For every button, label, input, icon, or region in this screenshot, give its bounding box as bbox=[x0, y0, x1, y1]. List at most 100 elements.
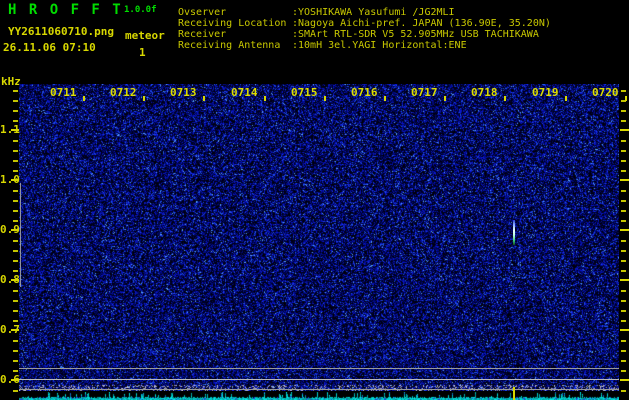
datetime-label: 26.11.06 07:10 bbox=[3, 41, 96, 54]
freq-minor-tick-left bbox=[13, 220, 18, 222]
freq-minor-tick-right bbox=[621, 360, 626, 362]
time-tick-label: 0711 bbox=[50, 86, 77, 99]
freq-minor-tick-right bbox=[621, 310, 626, 312]
event-marker bbox=[513, 387, 515, 400]
time-tick-label: 0713 bbox=[170, 86, 197, 99]
info-value: :10mH 3el.YAGI Horizontal:ENE bbox=[292, 40, 467, 51]
signal-level-strip bbox=[19, 392, 619, 400]
freq-minor-tick-right bbox=[621, 340, 626, 342]
freq-major-tick-right bbox=[620, 379, 629, 381]
freq-minor-tick-right bbox=[621, 90, 626, 92]
mode-label: meteor bbox=[125, 29, 165, 42]
freq-major-tick-left bbox=[11, 229, 19, 231]
freq-minor-tick-right bbox=[621, 260, 626, 262]
freq-minor-tick-left bbox=[13, 110, 18, 112]
freq-major-tick-left bbox=[11, 179, 19, 181]
freq-minor-tick-left bbox=[13, 300, 18, 302]
freq-minor-tick-right bbox=[621, 120, 626, 122]
freq-minor-tick-right bbox=[621, 320, 626, 322]
freq-minor-tick-right bbox=[621, 160, 626, 162]
freq-minor-tick-left bbox=[13, 340, 18, 342]
output-filename: YY2611060710.png bbox=[8, 25, 114, 38]
time-minute-tick bbox=[444, 96, 446, 101]
freq-minor-tick-right bbox=[621, 220, 626, 222]
station-info-row: Receiving Antenna:10mH 3el.YAGI Horizont… bbox=[178, 40, 551, 51]
time-minute-tick bbox=[384, 96, 386, 101]
time-minute-tick bbox=[264, 96, 266, 101]
freq-minor-tick-left bbox=[13, 320, 18, 322]
freq-minor-tick-right bbox=[621, 270, 626, 272]
freq-major-tick-right bbox=[620, 129, 629, 131]
left-edge-line bbox=[20, 183, 21, 287]
freq-minor-tick-left bbox=[13, 90, 18, 92]
time-tick-label: 0712 bbox=[110, 86, 137, 99]
freq-minor-tick-right bbox=[621, 140, 626, 142]
time-minute-tick bbox=[324, 96, 326, 101]
freq-major-tick-left bbox=[11, 329, 19, 331]
time-minute-tick bbox=[143, 96, 145, 101]
freq-unit-label: kHz bbox=[1, 75, 21, 88]
freq-minor-tick-left bbox=[13, 100, 18, 102]
freq-major-tick-left bbox=[11, 279, 19, 281]
freq-minor-tick-left bbox=[13, 270, 18, 272]
info-label: Receiving Antenna bbox=[178, 40, 292, 51]
freq-major-tick-left bbox=[11, 129, 19, 131]
carrier-line bbox=[19, 379, 619, 380]
freq-minor-tick-left bbox=[13, 250, 18, 252]
freq-minor-tick-left bbox=[13, 390, 18, 392]
freq-minor-tick-right bbox=[621, 200, 626, 202]
info-label: Receiving Location bbox=[178, 18, 292, 29]
freq-minor-tick-left bbox=[13, 120, 18, 122]
freq-minor-tick-right bbox=[621, 300, 626, 302]
freq-minor-tick-left bbox=[13, 370, 18, 372]
time-tick-label: 0720 bbox=[592, 86, 619, 99]
freq-minor-tick-left bbox=[13, 170, 18, 172]
freq-minor-tick-left bbox=[13, 360, 18, 362]
freq-major-tick-left bbox=[11, 379, 19, 381]
time-tick-label: 0714 bbox=[231, 86, 258, 99]
freq-minor-tick-right bbox=[621, 370, 626, 372]
carrier-line bbox=[19, 389, 619, 390]
time-tick-label: 0715 bbox=[291, 86, 318, 99]
info-value: :YOSHIKAWA Yasufumi /JG2MLI bbox=[292, 7, 455, 18]
time-minute-tick bbox=[565, 96, 567, 101]
time-minute-tick bbox=[203, 96, 205, 101]
freq-minor-tick-right bbox=[621, 210, 626, 212]
freq-minor-tick-left bbox=[13, 310, 18, 312]
freq-minor-tick-left bbox=[13, 210, 18, 212]
freq-minor-tick-left bbox=[13, 140, 18, 142]
time-tick-label: 0718 bbox=[471, 86, 498, 99]
time-tick-label: 0716 bbox=[351, 86, 378, 99]
station-info-row: Ovserver:YOSHIKAWA Yasufumi /JG2MLI bbox=[178, 7, 551, 18]
freq-minor-tick-right bbox=[621, 190, 626, 192]
station-info-row: Receiving Location:Nagoya Aichi-pref. JA… bbox=[178, 18, 551, 29]
hrofft-output-image: H R O F F T 1.0.0f YY2611060710.png mete… bbox=[0, 0, 629, 400]
freq-minor-tick-right bbox=[621, 170, 626, 172]
freq-minor-tick-left bbox=[13, 260, 18, 262]
freq-minor-tick-left bbox=[13, 190, 18, 192]
station-info-row: Receiver:SMArt RTL-SDR V5 52.905MHz USB … bbox=[178, 29, 551, 40]
station-info: Ovserver:YOSHIKAWA Yasufumi /JG2MLI Recei… bbox=[178, 7, 551, 51]
freq-major-tick-right bbox=[620, 279, 629, 281]
time-minute-tick bbox=[625, 96, 627, 101]
info-label: Receiver bbox=[178, 29, 292, 40]
carrier-line bbox=[19, 368, 619, 369]
info-value: :SMArt RTL-SDR V5 52.905MHz USB TACHIKAW… bbox=[292, 29, 539, 40]
meteor-count: 1 bbox=[139, 46, 146, 59]
freq-minor-tick-right bbox=[621, 350, 626, 352]
freq-minor-tick-left bbox=[13, 150, 18, 152]
meteor-echo bbox=[513, 220, 515, 245]
app-version: 1.0.0f bbox=[124, 5, 157, 15]
freq-minor-tick-left bbox=[13, 290, 18, 292]
freq-major-tick-right bbox=[620, 179, 629, 181]
app-title: H R O F F T bbox=[8, 2, 123, 18]
freq-minor-tick-right bbox=[621, 240, 626, 242]
freq-minor-tick-right bbox=[621, 110, 626, 112]
time-tick-label: 0717 bbox=[411, 86, 438, 99]
freq-minor-tick-right bbox=[621, 290, 626, 292]
info-label: Ovserver bbox=[178, 7, 292, 18]
time-minute-tick bbox=[504, 96, 506, 101]
freq-minor-tick-left bbox=[13, 350, 18, 352]
freq-major-tick-right bbox=[620, 329, 629, 331]
freq-major-tick-right bbox=[620, 229, 629, 231]
